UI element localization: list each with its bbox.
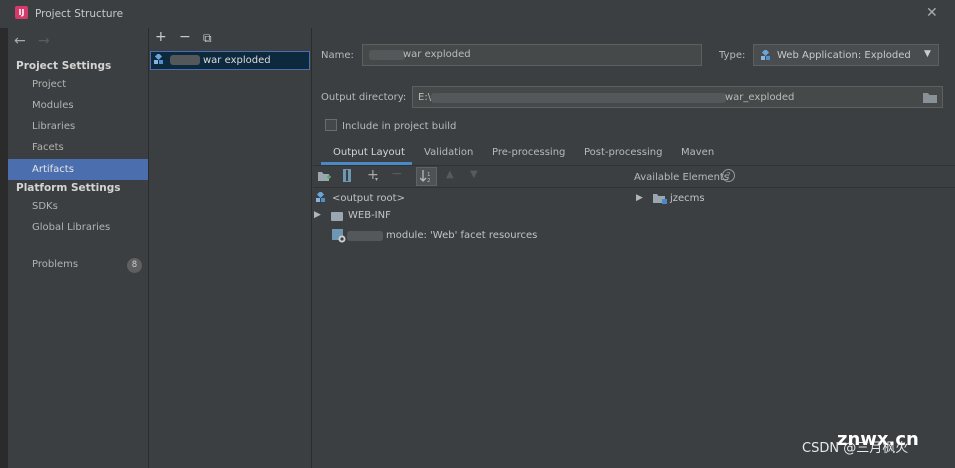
move-down-icon[interactable]: ▼ <box>470 169 478 180</box>
sort-icon: 1 2 <box>420 170 431 183</box>
tree-item-web-facet-resources[interactable]: module: 'Web' facet resources <box>386 230 537 241</box>
name-field[interactable]: war exploded <box>362 44 702 66</box>
remove-artifact-button[interactable]: − <box>179 29 191 45</box>
tab-output-layout[interactable]: Output Layout <box>333 147 405 158</box>
output-directory-prefix: E:\ <box>418 92 432 103</box>
redacted-text <box>347 231 383 241</box>
close-icon[interactable]: ✕ <box>926 6 938 20</box>
tree-item-web-inf[interactable]: WEB-INF <box>348 210 391 221</box>
chevron-down-icon: ▼ <box>924 49 931 59</box>
back-icon[interactable]: ← <box>14 33 26 49</box>
web-artifact-icon <box>154 54 163 64</box>
tab-maven[interactable]: Maven <box>681 147 714 158</box>
platform-settings-heading: Platform Settings <box>16 182 121 194</box>
type-dropdown-value: Web Application: Exploded <box>777 50 911 61</box>
sidebar-item-libraries[interactable]: Libraries <box>8 116 148 137</box>
app-icon: IJ <box>15 6 28 19</box>
sidebar-item-sdks[interactable]: SDKs <box>8 196 148 217</box>
browse-folder-icon[interactable] <box>923 92 937 103</box>
svg-text:2: 2 <box>427 178 431 183</box>
site-watermark: znwx.cn <box>837 429 919 450</box>
project-settings-heading: Project Settings <box>16 60 112 72</box>
title-bar <box>0 0 955 28</box>
sidebar-item-project[interactable]: Project <box>8 74 148 95</box>
tab-pre-processing[interactable]: Pre-processing <box>492 147 565 158</box>
web-application-icon <box>761 50 770 60</box>
type-dropdown[interactable]: Web Application: Exploded ▼ <box>753 44 939 66</box>
redacted-text <box>431 93 726 103</box>
artifact-list-panel <box>149 28 312 468</box>
copy-artifact-button[interactable]: ⧉ <box>203 31 212 46</box>
output-directory-label: Output directory: <box>321 92 407 103</box>
new-directory-icon[interactable] <box>318 171 331 182</box>
name-label: Name: <box>321 50 354 61</box>
move-up-icon[interactable]: ▲ <box>446 169 454 180</box>
create-archive-icon[interactable] <box>342 169 352 182</box>
tree-item-output-root[interactable]: <output root> <box>332 193 405 204</box>
sidebar-item-artifacts[interactable]: Artifacts <box>8 159 148 180</box>
name-field-value: war exploded <box>403 49 471 60</box>
folder-icon <box>331 212 343 221</box>
expand-arrow-icon[interactable]: ▶ <box>314 210 321 220</box>
sidebar-item-modules[interactable]: Modules <box>8 95 148 116</box>
add-dropdown-chevron-icon[interactable]: ▾ <box>375 176 378 183</box>
web-facet-resources-icon <box>332 229 346 243</box>
output-directory-field[interactable]: E:\ war_exploded <box>412 86 943 108</box>
redacted-text <box>170 55 200 65</box>
help-icon[interactable]: ? <box>722 169 735 182</box>
remove-element-icon[interactable]: − <box>391 166 403 182</box>
sidebar-item-global-libraries[interactable]: Global Libraries <box>8 217 148 238</box>
tab-post-processing[interactable]: Post-processing <box>584 147 662 158</box>
module-folder-icon <box>653 194 667 204</box>
available-elements-label: Available Elements <box>634 172 730 183</box>
type-label: Type: <box>719 50 746 61</box>
include-in-build-checkbox[interactable] <box>325 119 337 131</box>
sidebar-item-facets[interactable]: Facets <box>8 137 148 158</box>
redacted-text <box>369 50 405 60</box>
tab-validation[interactable]: Validation <box>424 147 473 158</box>
expand-arrow-icon[interactable]: ▶ <box>636 193 643 203</box>
output-directory-value: war_exploded <box>725 92 795 103</box>
problems-count-badge: 8 <box>127 258 142 273</box>
output-root-icon <box>316 192 325 202</box>
forward-icon[interactable]: → <box>38 33 50 49</box>
add-artifact-button[interactable]: + <box>155 29 167 45</box>
background-window-edge <box>0 0 8 468</box>
include-in-build-label: Include in project build <box>342 121 457 132</box>
available-item-jzecms[interactable]: jzecms <box>670 193 705 204</box>
sort-elements-button[interactable]: 1 2 <box>416 167 437 186</box>
window-title: Project Structure <box>35 8 124 20</box>
